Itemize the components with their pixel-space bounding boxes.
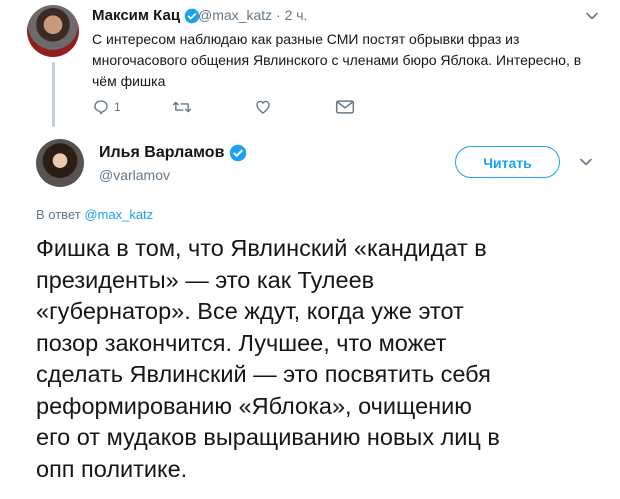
author-name-text[interactable]: Илья Варламов — [99, 144, 224, 161]
tweet-text-line: его от мудаков выращиванию новых лиц в — [36, 424, 500, 450]
reply-prefix: В ответ — [36, 207, 81, 222]
chevron-down-icon[interactable] — [584, 8, 600, 24]
retweet-icon — [172, 101, 192, 113]
author-name[interactable]: Илья Варламов — [99, 144, 247, 162]
reply-count: 1 — [114, 100, 121, 114]
separator-dot: · — [276, 7, 281, 23]
follow-button[interactable]: Читать — [455, 146, 560, 178]
author-name-text[interactable]: Максим Кац — [92, 7, 180, 24]
chevron-down-icon[interactable] — [578, 154, 594, 170]
envelope-icon — [335, 100, 355, 114]
avatar[interactable] — [36, 139, 84, 187]
author-handle[interactable]: @varlamov — [99, 167, 170, 183]
verified-badge-icon — [229, 144, 247, 162]
avatar[interactable] — [27, 5, 79, 57]
retweet-button[interactable] — [172, 96, 192, 118]
tweet-time[interactable]: 2 ч. — [285, 7, 308, 23]
heart-icon — [256, 100, 270, 114]
tweet-text-line: «губернатор». Все ждут, когда уже этот — [36, 298, 464, 324]
author-name[interactable]: Максим Кац — [92, 7, 200, 24]
tweet-text-line: сделать Явлинский — это посвятить себя — [36, 361, 491, 387]
tweet-text-line: опп политике. — [36, 455, 188, 482]
tweet-text-line: многочасового общения Явлинского с члена… — [92, 52, 582, 68]
reply-icon — [94, 100, 108, 115]
tweet-text-line: С интересом наблюдаю как разные СМИ пост… — [92, 31, 520, 47]
direct-message-button[interactable] — [335, 96, 355, 118]
tweet-text-line: позор закончится. Лучшее, что может — [36, 329, 447, 356]
tweet-text: Фишка в том, что Явлинский «кандидат в п… — [36, 233, 606, 485]
author-handle[interactable]: @max_katz — [198, 7, 272, 23]
author-handle-time: @max_katz · 2 ч. — [198, 7, 307, 23]
reply-button[interactable]: 1 — [92, 96, 121, 118]
tweet-text: С интересом наблюдаю как разные СМИ пост… — [92, 29, 602, 92]
tweet-text-line: реформированию «Яблока», очищению — [36, 392, 472, 419]
reply-handle-link[interactable]: @max_katz — [84, 207, 153, 222]
tweet-text-line: Фишка в том, что Явлинский «кандидат в — [36, 235, 487, 261]
like-button[interactable] — [254, 96, 272, 118]
tweet-text-line: президенты» — это как Тулеев — [36, 266, 375, 293]
reply-context: В ответ @max_katz — [36, 207, 153, 222]
tweet-text-line: чём фишка — [92, 73, 166, 89]
thread-connector-line — [52, 62, 55, 127]
